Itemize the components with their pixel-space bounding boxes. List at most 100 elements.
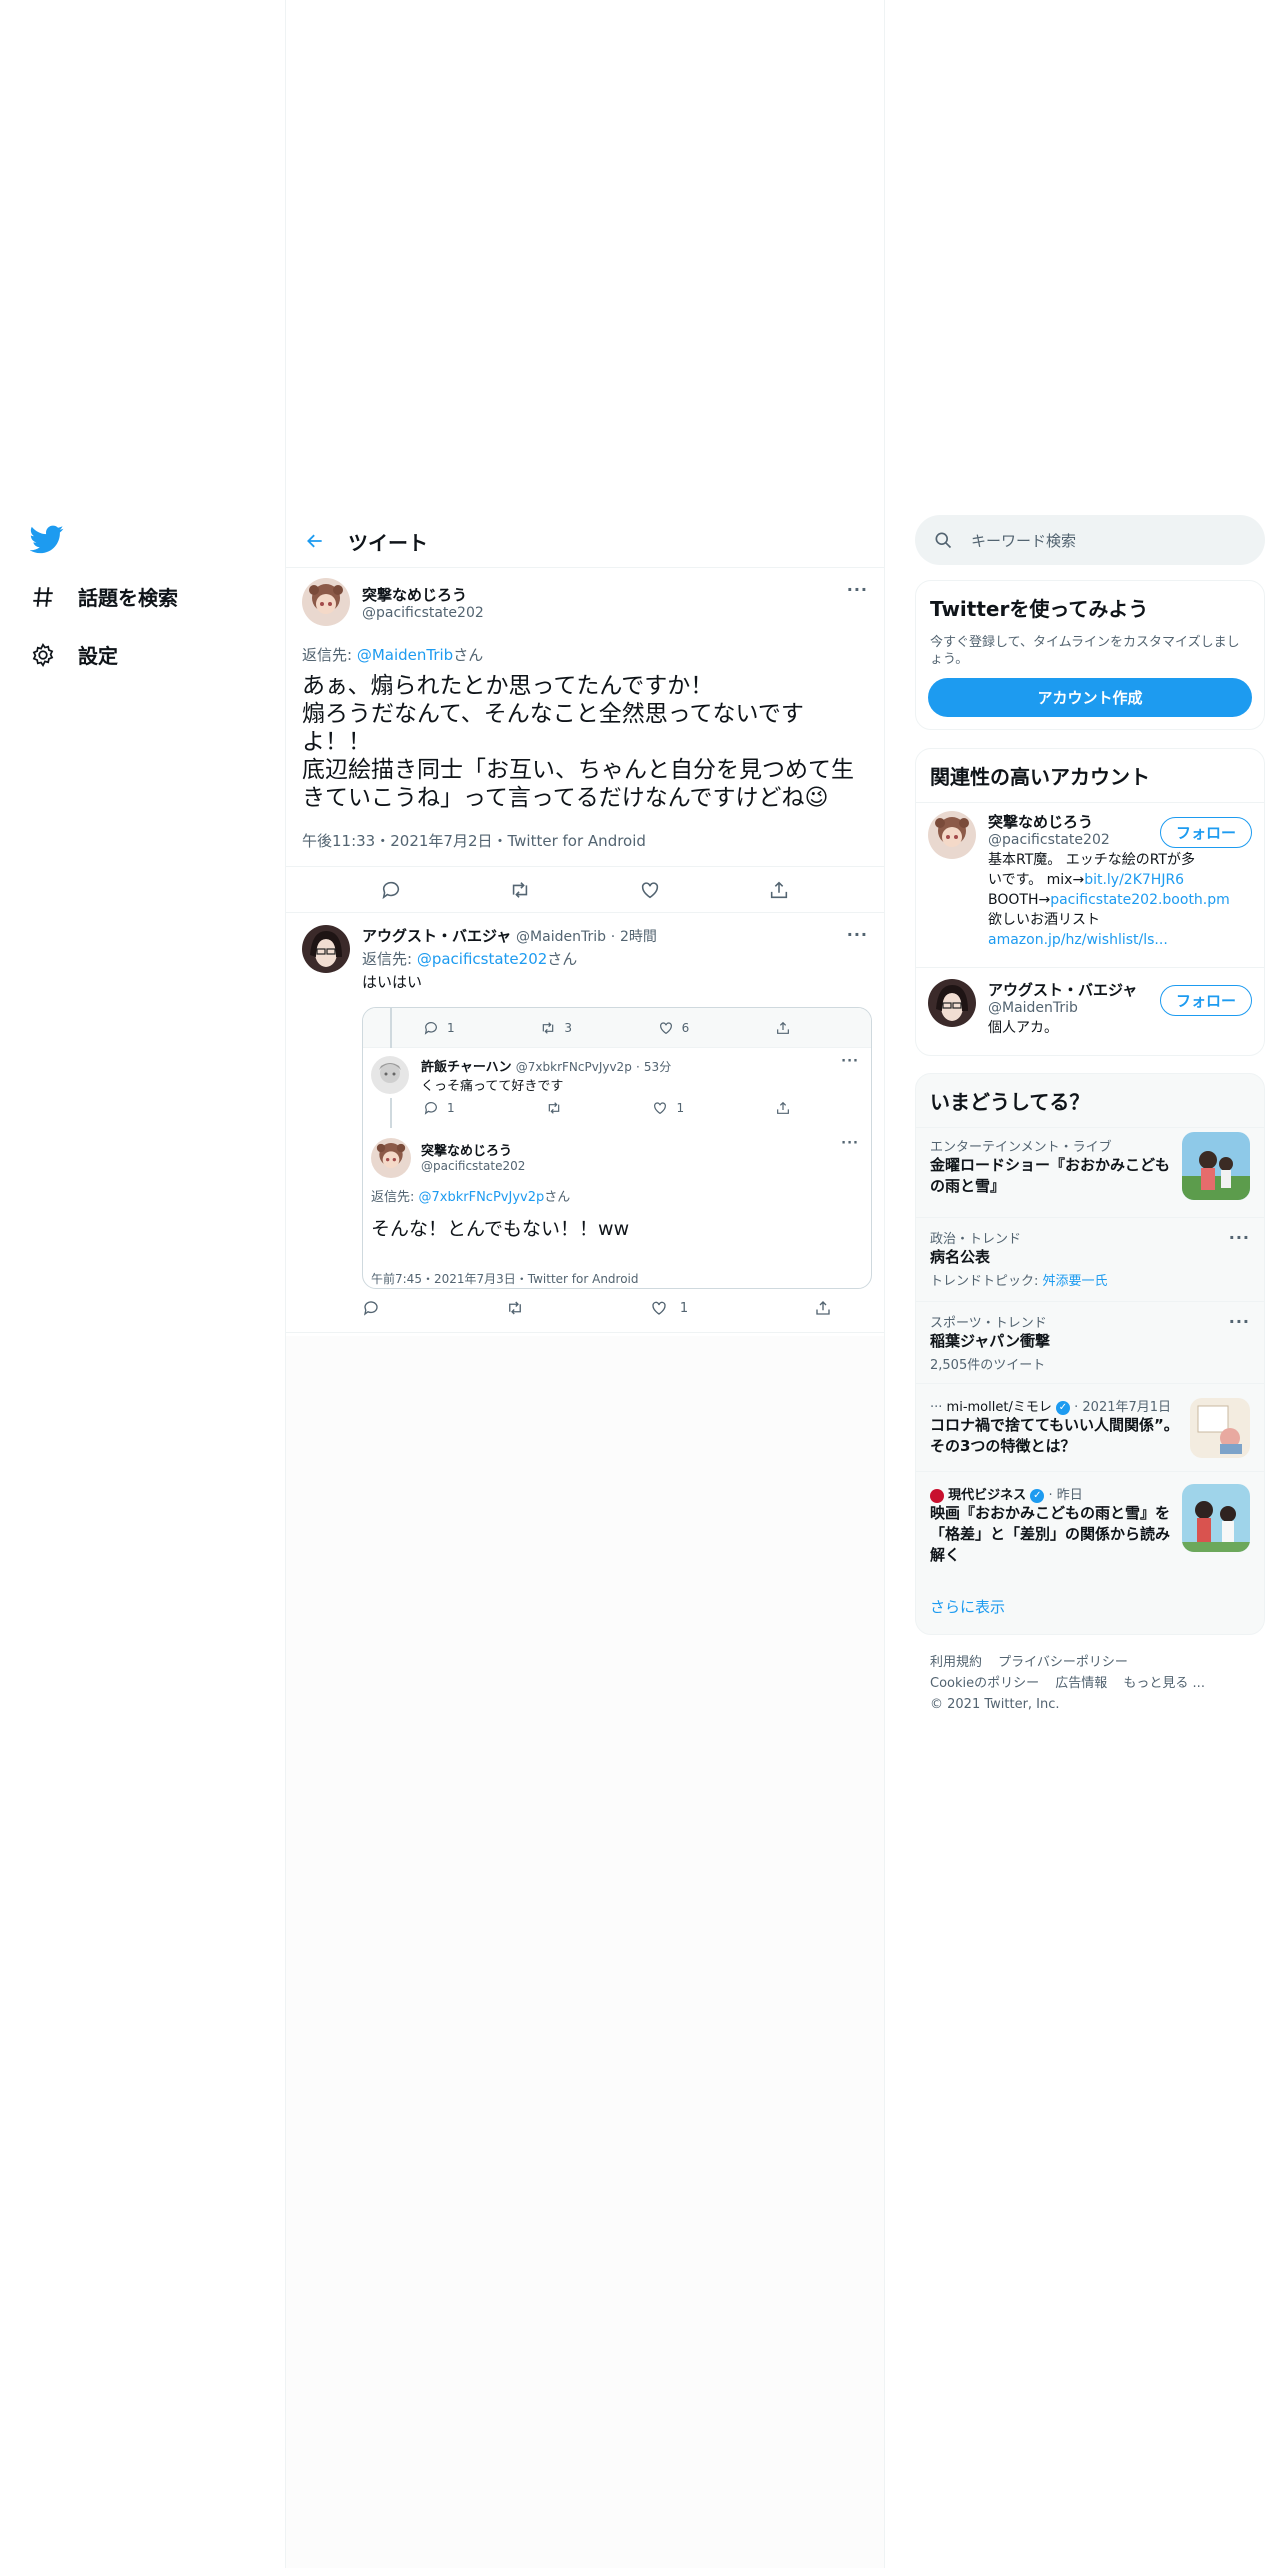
reply-icon[interactable] — [380, 879, 402, 901]
page-title: ツイート — [348, 530, 428, 555]
bio-link[interactable]: bit.ly/2K7HJR6 — [1084, 872, 1184, 888]
tweet-text: そんな！とんでもない！！ww — [371, 1218, 630, 1240]
tweet-meta[interactable]: 午後11:33・2021年7月2日・Twitter for Android — [302, 830, 646, 851]
quoted-thread-top: 1 3 6 — [363, 1008, 871, 1048]
relevant-account[interactable]: アウグスト・バエジャ @MaidenTrib 個人アカ。 フォロー — [916, 979, 1264, 1038]
tweet-author[interactable]: 突撃なめじろう @pacificstate202 — [302, 578, 484, 626]
show-more-link[interactable]: さらに表示 — [930, 1596, 1005, 1617]
trends-card: いまどうしてる？ エンターテインメント・ライブ 金曜ロードショー『おおかみこども… — [915, 1073, 1265, 1635]
reply-icon — [424, 1102, 437, 1115]
trend-item[interactable]: エンターテインメント・ライブ 金曜ロードショー『おおかみこどもの雨と雪』 — [916, 1126, 1264, 1218]
heart-icon[interactable] — [639, 879, 661, 901]
arrow-left-icon — [307, 534, 322, 548]
empty-timeline-area — [286, 1336, 884, 2568]
back-button[interactable] — [298, 524, 332, 558]
avatar[interactable] — [371, 1056, 409, 1094]
reply-count: 1 — [447, 1101, 455, 1115]
more-options-icon[interactable]: ··· — [1229, 1228, 1250, 1247]
bio-link[interactable]: pacificstate202.booth.pm — [1050, 892, 1230, 908]
author-name[interactable]: 突撃なめじろう — [362, 584, 484, 605]
reply-action[interactable]: 1 — [423, 1100, 455, 1116]
tweet-header: アウグスト・バエジャ @MaidenTrib · 2時間 — [362, 927, 657, 945]
footer-ads-link[interactable]: 広告情報 — [1055, 1676, 1107, 1691]
retweet-icon — [543, 1022, 554, 1034]
news-item[interactable]: 現代ビジネス ✓ · 昨日 映画『おおかみこどもの雨と雪』を「格差」と「差別」の… — [916, 1472, 1264, 1580]
trend-item[interactable]: スポーツ・トレンド 稲葉ジャパン衝撃 2,505件のツイート ··· — [916, 1302, 1264, 1384]
create-account-button[interactable]: アカウント作成 — [928, 678, 1252, 717]
like-action[interactable]: 6 — [658, 1020, 689, 1036]
share-action[interactable] — [814, 1299, 832, 1317]
avatar[interactable] — [928, 811, 976, 859]
follow-button[interactable]: フォロー — [1160, 817, 1252, 848]
share-action[interactable] — [775, 1020, 791, 1036]
quoted-tweet[interactable]: 1 3 6 許飯チャーハン @7xbkrFNcPvJyv2p · 53分 くっそ… — [362, 1007, 872, 1289]
tweet-actions: 1 — [362, 1299, 832, 1317]
reply-to-mention[interactable]: @MaidenTrib — [357, 646, 453, 664]
news-date: 2021年7月1日 — [1082, 1400, 1172, 1415]
footer-cookie-link[interactable]: Cookieのポリシー — [930, 1676, 1039, 1691]
quoted-sub-tweet[interactable]: 許飯チャーハン @7xbkrFNcPvJyv2p · 53分 くっそ痛ってて好き… — [363, 1048, 871, 1128]
twitter-logo-icon[interactable] — [30, 522, 64, 556]
share-icon[interactable] — [768, 879, 790, 901]
like-action[interactable]: 1 — [650, 1299, 688, 1317]
trend-title: 金曜ロードショー『おおかみこどもの雨と雪』 — [930, 1156, 1171, 1195]
tweet-time[interactable]: 53分 — [644, 1060, 671, 1074]
author-name[interactable]: 突撃なめじろう — [421, 1140, 525, 1159]
follow-button[interactable]: フォロー — [1160, 985, 1252, 1016]
retweet-action[interactable] — [546, 1100, 562, 1116]
quoted-main-tweet[interactable]: 突撃なめじろう @pacificstate202 ··· 返信先: @7xbkr… — [363, 1128, 871, 1288]
like-action[interactable]: 1 — [652, 1100, 684, 1116]
nav-settings[interactable]: 設定 — [30, 640, 118, 669]
footer-copyright: © 2021 Twitter, Inc. — [930, 1697, 1060, 1712]
nav-explore[interactable]: 話題を検索 — [30, 582, 178, 611]
author-handle: @pacificstate202 — [362, 605, 484, 621]
trend-count: 2,505件のツイート — [930, 1358, 1046, 1373]
tweet-meta[interactable]: 午前7:45・2021年7月3日・Twitter for Android — [371, 1270, 639, 1287]
footer-more-link[interactable]: もっと見る ... — [1123, 1676, 1205, 1691]
more-options-icon[interactable]: ··· — [841, 1136, 859, 1151]
retweet-count: 3 — [564, 1021, 572, 1035]
news-title: コロナ禍で捨ててもいい人間関係”。その3つの特徴とは？ — [930, 1416, 1179, 1455]
retweet-icon[interactable] — [509, 879, 531, 901]
avatar[interactable] — [302, 925, 350, 973]
trend-category: スポーツ・トレンド — [930, 1316, 1047, 1331]
reply-to-mention[interactable]: @7xbkrFNcPvJyv2p — [419, 1190, 545, 1205]
trend-topic-link[interactable]: 舛添要一氏 — [1043, 1274, 1108, 1289]
more-options-icon[interactable]: ··· — [841, 1054, 859, 1069]
search-box[interactable]: キーワード検索 — [915, 515, 1265, 565]
reply-to-prefix: 返信先: — [302, 646, 357, 664]
author-name[interactable]: アウグスト・バエジャ — [362, 927, 511, 945]
author-name[interactable]: 許飯チャーハン — [421, 1060, 512, 1075]
reply-to-mention[interactable]: @pacificstate202 — [417, 950, 547, 968]
avatar[interactable] — [928, 979, 976, 1027]
trend-item[interactable]: 政治・トレンド 病名公表 トレンドトピック: 舛添要一氏 ··· — [916, 1218, 1264, 1302]
more-options-icon[interactable]: ··· — [847, 580, 868, 599]
nav-settings-label: 設定 — [78, 644, 118, 668]
relevant-account[interactable]: 突撃なめじろう @pacificstate202 基本RT魔。 エッチな絵のRT… — [916, 811, 1264, 950]
reply-action[interactable]: 1 — [423, 1020, 455, 1036]
tweet-text-line: 煽ろうだなんて、そんなこと全然思ってないです — [302, 701, 804, 727]
avatar[interactable] — [371, 1138, 411, 1178]
footer-privacy-link[interactable]: プライバシーポリシー — [998, 1655, 1128, 1670]
news-date: 昨日 — [1056, 1488, 1083, 1503]
search-input[interactable]: キーワード検索 — [971, 530, 1076, 551]
share-icon — [816, 1301, 830, 1315]
footer-terms-link[interactable]: 利用規約 — [930, 1655, 982, 1670]
search-icon — [935, 532, 952, 549]
avatar[interactable] — [302, 578, 350, 626]
reply-action[interactable] — [362, 1299, 380, 1317]
reply-tweet[interactable]: アウグスト・バエジャ @MaidenTrib · 2時間 返信先: @pacif… — [286, 913, 884, 1333]
more-options-icon[interactable]: ··· — [847, 925, 868, 944]
reply-icon — [363, 1301, 378, 1316]
tweet-time[interactable]: 2時間 — [620, 929, 657, 945]
retweet-action[interactable]: 3 — [540, 1020, 572, 1036]
share-action[interactable] — [775, 1100, 791, 1116]
signup-card-title: Twitterを使ってみよう — [930, 597, 1149, 621]
reply-to-prefix: 返信先: — [362, 950, 417, 968]
retweet-action[interactable] — [506, 1299, 524, 1317]
bio-link[interactable]: amazon.jp/hz/wishlist/ls... — [988, 932, 1168, 948]
divider — [916, 967, 1264, 968]
left-nav: 話題を検索 設定 — [0, 0, 285, 2568]
more-options-icon[interactable]: ··· — [1229, 1312, 1250, 1331]
news-item[interactable]: ··· mi-mollet/ミモレ ✓ · 2021年7月1日 コロナ禍で捨てて… — [916, 1384, 1264, 1472]
